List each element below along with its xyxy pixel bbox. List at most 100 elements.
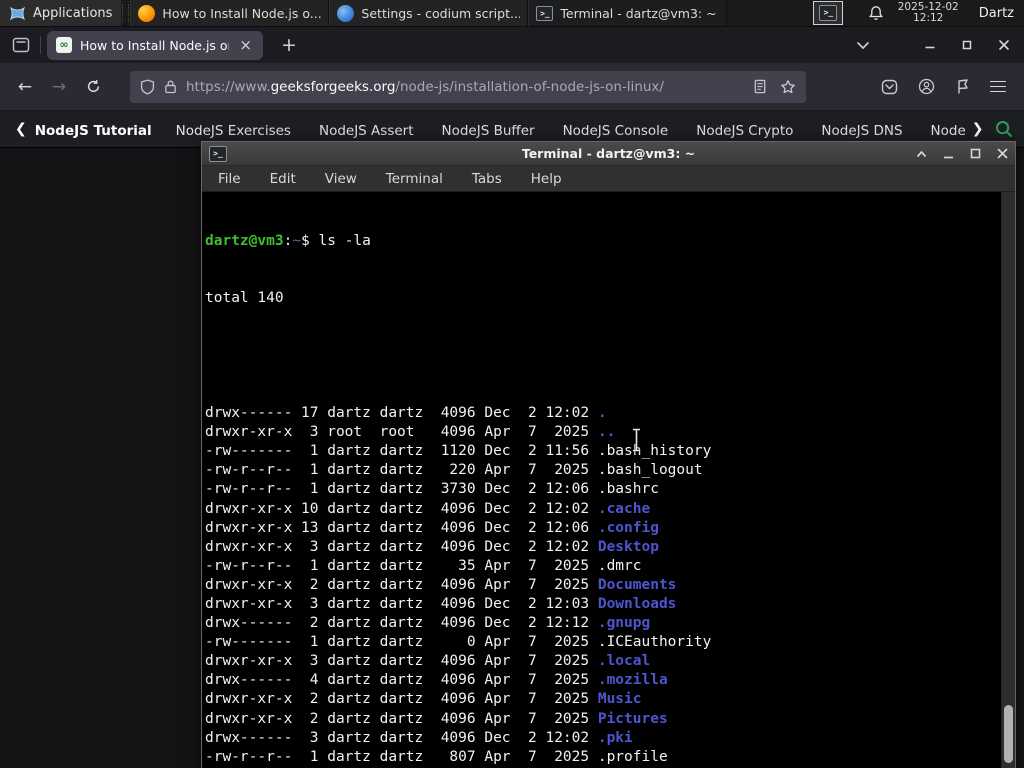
extensions-icon[interactable] xyxy=(955,78,970,95)
terminal-titlebar[interactable]: >_ Terminal - dartz@vm3: ~ xyxy=(202,142,1015,166)
back-button[interactable]: ← xyxy=(10,72,40,102)
menu-item[interactable]: View xyxy=(320,169,362,189)
file-name: .pki xyxy=(597,729,633,746)
file-meta: drwxr-xr-x 10 dartz dartz 4096 Dec 2 12:… xyxy=(205,500,598,517)
navigation-toolbar: ← → https://www.geeksforgeeks.org/node-j… xyxy=(0,63,1024,111)
listing-line: -rw-r--r-- 1 dartz dartz 220 Apr 7 2025 … xyxy=(205,461,1001,480)
maximize-icon[interactable] xyxy=(962,40,972,50)
nav-link[interactable]: Node xyxy=(931,123,966,139)
xubuntu-logo-icon xyxy=(9,5,26,22)
listing-line: drwx------ 4 dartz dartz 4096 Apr 7 2025… xyxy=(205,671,1001,690)
nav-link[interactable]: NodeJS Crypto xyxy=(696,123,793,139)
listing-line: drwxr-xr-x 2 dartz dartz 4096 Apr 7 2025… xyxy=(205,710,1001,729)
listing-line: drwxr-xr-x 13 dartz dartz 4096 Dec 2 12:… xyxy=(205,519,1001,538)
tab-close-icon[interactable]: × xyxy=(237,36,254,54)
menu-item[interactable]: Help xyxy=(526,169,567,189)
taskbar-window-firefox[interactable]: How to Install Node.js o... xyxy=(130,0,330,26)
file-name: .. xyxy=(597,424,616,441)
notification-bell-icon[interactable] xyxy=(868,5,884,21)
nav-link[interactable]: NodeJS Exercises xyxy=(176,123,291,139)
file-name: .gnupg xyxy=(597,615,651,632)
nav-link[interactable]: NodeJS DNS xyxy=(821,123,902,139)
file-meta: -rw-r--r-- 1 dartz dartz 3730 Dec 2 12:0… xyxy=(205,481,598,498)
tray-terminal-icon[interactable]: >_ xyxy=(813,1,844,25)
terminal-body[interactable]: dartz@vm3:~$ ls -la total 140 drwx------… xyxy=(202,192,1015,768)
search-icon[interactable] xyxy=(994,119,1014,139)
app-menu-icon[interactable] xyxy=(990,80,1006,93)
taskbar-window-codium[interactable]: Settings - codium script... xyxy=(329,0,529,26)
close-icon[interactable] xyxy=(998,39,1010,51)
listing-line: drwxr-xr-x 3 dartz dartz 4096 Dec 2 12:0… xyxy=(205,595,1001,614)
file-name: .dmrc xyxy=(597,557,642,574)
terminal-window-controls xyxy=(916,148,1008,159)
account-icon[interactable] xyxy=(918,78,935,95)
file-meta: drwx------ 3 dartz dartz 4096 Dec 2 12:0… xyxy=(205,729,598,746)
listing-line: drwxr-xr-x 10 dartz dartz 4096 Dec 2 12:… xyxy=(205,500,1001,519)
url-bar[interactable]: https://www.geeksforgeeks.org/node-js/in… xyxy=(130,70,806,103)
taskbar-window-terminal[interactable]: >_ Terminal - dartz@vm3: ~ xyxy=(528,0,728,26)
file-meta: -rw------- 1 dartz dartz 0 Apr 7 2025 xyxy=(205,634,598,651)
new-tab-button[interactable]: + xyxy=(275,34,303,56)
menu-item[interactable]: File xyxy=(213,169,246,189)
file-meta: drwxr-xr-x 3 dartz dartz 4096 Dec 2 12:0… xyxy=(205,538,598,555)
listing-line: -rw------- 1 dartz dartz 0 Apr 7 2025 .I… xyxy=(205,633,1001,652)
nav-link[interactable]: NodeJS Console xyxy=(563,123,669,139)
panel-clock[interactable]: 2025-12-02 12:12 xyxy=(898,2,959,24)
listing-line: drwxr-xr-x 3 root root 4096 Apr 7 2025 .… xyxy=(205,423,1001,442)
file-name: .local xyxy=(597,653,651,670)
file-listing: drwx------ 17 dartz dartz 4096 Dec 2 12:… xyxy=(205,347,1001,768)
panel-user-menu[interactable]: Dartz xyxy=(973,6,1014,21)
listing-line: drwxr-xr-x 3 dartz dartz 4096 Dec 2 12:0… xyxy=(205,538,1001,557)
pocket-icon[interactable] xyxy=(881,79,898,95)
list-tabs-chevron-icon[interactable] xyxy=(856,41,870,50)
rollup-icon[interactable] xyxy=(916,150,927,158)
terminal-title: Terminal - dartz@vm3: ~ xyxy=(521,146,696,161)
nav-link[interactable]: NodeJS Assert xyxy=(319,123,414,139)
reload-icon[interactable] xyxy=(78,72,108,102)
tab-title: How to Install Node.js on xyxy=(80,37,230,53)
urlbar-page-actions xyxy=(753,79,796,95)
tab-how-to-install-nodejs[interactable]: ∞ How to Install Node.js on × xyxy=(47,30,263,60)
firefox-view-icon[interactable] xyxy=(8,32,34,58)
file-meta: -rw-r--r-- 1 dartz dartz 807 Apr 7 2025 xyxy=(205,748,598,765)
panel-indicators: 2025-12-02 12:12 Dartz xyxy=(868,0,1024,26)
menu-item[interactable]: Tabs xyxy=(467,169,507,189)
close-icon[interactable] xyxy=(997,148,1008,159)
listing-line: drwx------ 3 dartz dartz 4096 Dec 2 12:0… xyxy=(205,729,1001,748)
reader-mode-icon[interactable] xyxy=(753,79,767,94)
minimize-icon[interactable] xyxy=(924,39,936,51)
tabbar-controls xyxy=(856,39,1016,51)
listing-line: drwxr-xr-x 3 dartz dartz 4096 Apr 7 2025… xyxy=(205,652,1001,671)
nav-links: NodeJS Tutorial NodeJS Exercises NodeJS As… xyxy=(35,120,994,139)
listing-line: -rw-r--r-- 1 dartz dartz 35 Apr 7 2025 .… xyxy=(205,557,1001,576)
codium-icon xyxy=(337,4,355,22)
listing-line: -rw-r--r-- 1 dartz dartz 807 Apr 7 2025 … xyxy=(205,748,1001,767)
lock-icon[interactable] xyxy=(164,79,177,94)
scrollbar-thumb[interactable] xyxy=(1004,705,1013,763)
menu-item[interactable]: Edit xyxy=(265,169,301,189)
maximize-icon[interactable] xyxy=(970,148,981,159)
menu-item[interactable]: Terminal xyxy=(381,169,448,189)
file-name: Downloads xyxy=(597,595,677,612)
tracking-shield-icon[interactable] xyxy=(140,78,155,95)
file-meta: drwxr-xr-x 3 dartz dartz 4096 Apr 7 2025 xyxy=(205,653,598,670)
nav-scroll-right-icon[interactable]: ❯ xyxy=(972,121,984,137)
tab-separator xyxy=(40,36,41,54)
applications-menu[interactable]: Applications xyxy=(0,0,122,26)
file-name: .config xyxy=(597,519,659,536)
minimize-icon[interactable] xyxy=(943,149,954,159)
file-meta: -rw-r--r-- 1 dartz dartz 35 Apr 7 2025 xyxy=(205,557,598,574)
file-name: .bashrc xyxy=(597,481,659,498)
file-meta: -rw------- 1 dartz dartz 1120 Dec 2 11:5… xyxy=(205,443,598,460)
nav-scroll-left-icon[interactable]: ❮ xyxy=(15,121,27,137)
listing-line: drwx------ 2 dartz dartz 4096 Dec 2 12:1… xyxy=(205,614,1001,633)
toolbar-icons xyxy=(881,78,1014,95)
file-meta: drwxr-xr-x 2 dartz dartz 4096 Apr 7 2025 xyxy=(205,576,598,593)
clock-time: 12:12 xyxy=(913,12,944,24)
prompt-line: dartz@vm3:~$ ls -la xyxy=(205,233,371,250)
bookmark-star-icon[interactable] xyxy=(780,79,796,95)
nav-link[interactable]: NodeJS Buffer xyxy=(442,123,535,139)
terminal-scrollbar[interactable] xyxy=(1001,192,1015,768)
file-meta: drwxr-xr-x 13 dartz dartz 4096 Dec 2 12:… xyxy=(205,519,598,536)
nav-link[interactable]: NodeJS Tutorial xyxy=(35,123,152,139)
